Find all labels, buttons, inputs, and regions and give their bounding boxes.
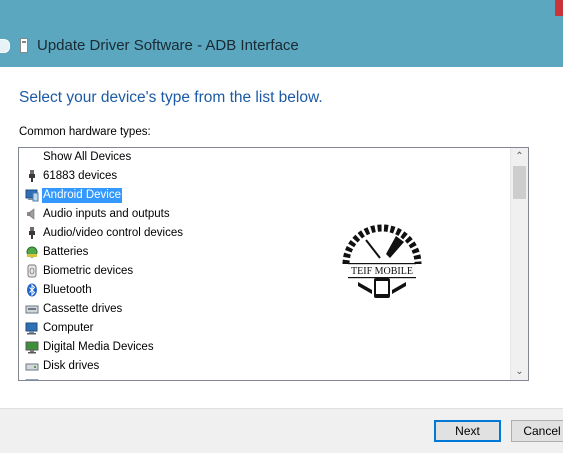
list-item-label: Biometric devices xyxy=(43,265,134,277)
computer-icon xyxy=(25,322,38,335)
back-button[interactable] xyxy=(0,39,10,53)
watermark-text: TEIF MOBILE xyxy=(351,266,413,277)
list-item-label: Computer xyxy=(43,322,94,334)
battery-icon xyxy=(26,246,38,258)
biometric-icon xyxy=(27,264,37,278)
usb-device-icon xyxy=(20,38,28,53)
list-item-audio-video-control[interactable]: Audio/video control devices xyxy=(19,224,509,243)
teif-mobile-watermark: TEIF MOBILE xyxy=(342,224,422,298)
list-item-cassette-drives[interactable]: Cassette drives xyxy=(19,300,509,319)
scrollbar-thumb[interactable] xyxy=(513,166,526,199)
next-button[interactable]: Next xyxy=(434,420,501,442)
scroll-up-arrow-icon[interactable]: ⌃ xyxy=(511,148,528,165)
list-item-label: Disk drives xyxy=(43,360,100,372)
list-item-disk-drives[interactable]: Disk drives xyxy=(19,357,509,376)
list-item-label: Batteries xyxy=(43,246,89,258)
cancel-button[interactable]: Cancel xyxy=(511,420,563,442)
list-item-audio-inputs-outputs[interactable]: Audio inputs and outputs xyxy=(19,205,509,224)
list-item-show-all-devices[interactable]: Show All Devices xyxy=(19,148,509,167)
list-item-label: Bluetooth xyxy=(43,284,92,296)
monitor-icon xyxy=(25,341,39,354)
plug-icon xyxy=(29,227,35,239)
list-item-label: Cassette drives xyxy=(43,303,123,315)
bluetooth-icon xyxy=(27,283,37,297)
dialog-footer: Next Cancel xyxy=(0,408,563,453)
list-item-digital-media-devices[interactable]: Digital Media Devices xyxy=(19,338,509,357)
list-item-label: 61883 devices xyxy=(43,170,118,182)
list-item-label: Show All Devices xyxy=(43,151,132,163)
list-item-61883-devices[interactable]: 61883 devices xyxy=(19,167,509,186)
page-heading: Select your device's type from the list … xyxy=(19,89,323,106)
close-button-edge[interactable] xyxy=(555,0,563,16)
list-item-label: Audio inputs and outputs xyxy=(43,208,170,220)
list-item-label: Digital Media Devices xyxy=(43,341,154,353)
speaker-icon xyxy=(27,208,35,220)
scroll-down-arrow-icon[interactable]: ⌄ xyxy=(511,363,528,380)
plug-icon xyxy=(29,170,35,182)
window-title: Update Driver Software - ADB Interface xyxy=(37,37,299,54)
list-item-biometric-devices[interactable]: Biometric devices xyxy=(19,262,509,281)
list-label: Common hardware types: xyxy=(19,126,151,138)
disk-drive-icon xyxy=(25,363,39,371)
title-bar: Update Driver Software - ADB Interface xyxy=(0,0,563,67)
list-item-label: Audio/video control devices xyxy=(43,227,183,239)
list-item-android-device[interactable]: Android Device xyxy=(19,186,509,205)
cassette-icon xyxy=(25,305,39,314)
list-item-label: Android Device xyxy=(42,188,122,203)
list-item-display-adapters[interactable] xyxy=(19,376,509,380)
display-adapter-icon xyxy=(25,379,39,380)
list-item-computer[interactable]: Computer xyxy=(19,319,509,338)
hardware-type-list[interactable]: Show All Devices 61883 devices Android D… xyxy=(18,147,529,381)
vertical-scrollbar[interactable]: ⌃ ⌄ xyxy=(510,148,528,380)
list-item-batteries[interactable]: Batteries xyxy=(19,243,509,262)
android-device-icon xyxy=(25,189,39,202)
list-item-bluetooth[interactable]: Bluetooth xyxy=(19,281,509,300)
